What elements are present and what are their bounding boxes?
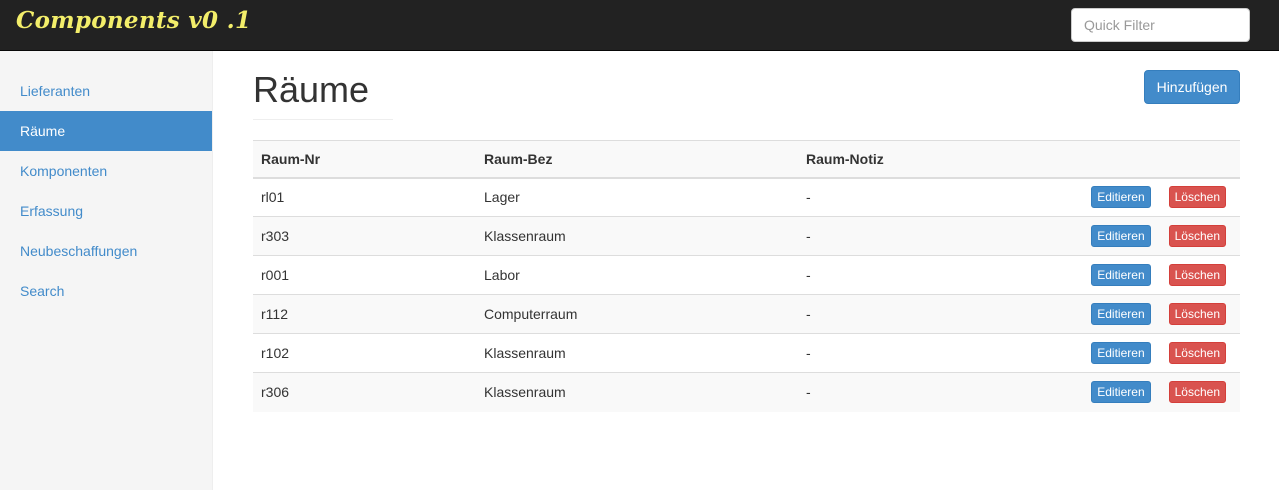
edit-button[interactable]: Editieren [1091,264,1151,286]
cell-actions: Editieren Löschen [1068,294,1240,334]
edit-button[interactable]: Editieren [1091,303,1151,325]
cell-raum-notiz: - [798,216,1068,256]
edit-button[interactable]: Editieren [1091,381,1151,404]
edit-button[interactable]: Editieren [1091,225,1151,247]
table-row: r303 Klassenraum - Editieren Löschen [253,216,1240,256]
brand-logo[interactable]: Components v0 .1 [16,7,251,34]
edit-button[interactable]: Editieren [1091,186,1151,209]
cell-raum-bez: Lager [476,177,798,217]
delete-button[interactable]: Löschen [1168,264,1226,286]
column-header-raum-bez: Raum-Bez [476,140,798,179]
edit-button[interactable]: Editieren [1091,342,1151,364]
sidebar-item-neubeschaffungen[interactable]: Neubeschaffungen [0,231,212,271]
sidebar-item-search[interactable]: Search [0,271,212,311]
sidebar-item-lieferanten[interactable]: Lieferanten [0,71,212,111]
add-button[interactable]: Hinzufügen [1144,70,1240,104]
cell-raum-bez: Klassenraum [476,216,798,256]
cell-raum-notiz: - [798,333,1068,373]
cell-actions: Editieren Löschen [1068,255,1240,295]
cell-raum-notiz: - [798,372,1068,412]
cell-raum-nr: rl01 [253,177,476,217]
rooms-table: Raum-Nr Raum-Bez Raum-Notiz rl01 Lager -… [253,140,1240,412]
page-header: Räume [253,66,393,120]
table-row: r112 Computerraum - Editieren Löschen [253,294,1240,334]
cell-raum-nr: r112 [253,294,476,334]
cell-raum-notiz: - [798,255,1068,295]
cell-actions: Editieren Löschen [1068,372,1240,412]
cell-actions: Editieren Löschen [1068,177,1240,217]
delete-button[interactable]: Löschen [1168,342,1226,364]
cell-raum-bez: Computerraum [476,294,798,334]
cell-raum-nr: r102 [253,333,476,373]
cell-actions: Editieren Löschen [1068,216,1240,256]
cell-raum-bez: Klassenraum [476,372,798,412]
sidebar-nav: Lieferanten Räume Komponenten Erfassung … [0,71,212,311]
cell-raum-nr: r001 [253,255,476,295]
sidebar-item-raeume[interactable]: Räume [0,111,212,151]
column-header-raum-notiz: Raum-Notiz [798,140,1068,179]
quick-filter-input[interactable] [1071,8,1250,42]
cell-raum-nr: r303 [253,216,476,256]
table-row: rl01 Lager - Editieren Löschen [253,177,1240,217]
cell-raum-notiz: - [798,177,1068,217]
cell-raum-notiz: - [798,294,1068,334]
sidebar-item-komponenten[interactable]: Komponenten [0,151,212,191]
sidebar: Lieferanten Räume Komponenten Erfassung … [0,51,213,490]
delete-button[interactable]: Löschen [1168,225,1226,247]
top-navbar: Components v0 .1 [0,0,1279,51]
table-row: r001 Labor - Editieren Löschen [253,255,1240,295]
column-header-actions [1068,140,1240,179]
cell-actions: Editieren Löschen [1068,333,1240,373]
delete-button[interactable]: Löschen [1168,303,1226,325]
sidebar-item-erfassung[interactable]: Erfassung [0,191,212,231]
cell-raum-nr: r306 [253,372,476,412]
table-row: r102 Klassenraum - Editieren Löschen [253,333,1240,373]
column-header-raum-nr: Raum-Nr [253,140,476,179]
table-row: r306 Klassenraum - Editieren Löschen [253,372,1240,412]
page-title: Räume [253,69,370,110]
delete-button[interactable]: Löschen [1168,186,1226,209]
cell-raum-bez: Klassenraum [476,333,798,373]
cell-raum-bez: Labor [476,255,798,295]
table-header-row: Raum-Nr Raum-Bez Raum-Notiz [253,140,1240,179]
delete-button[interactable]: Löschen [1168,381,1226,404]
